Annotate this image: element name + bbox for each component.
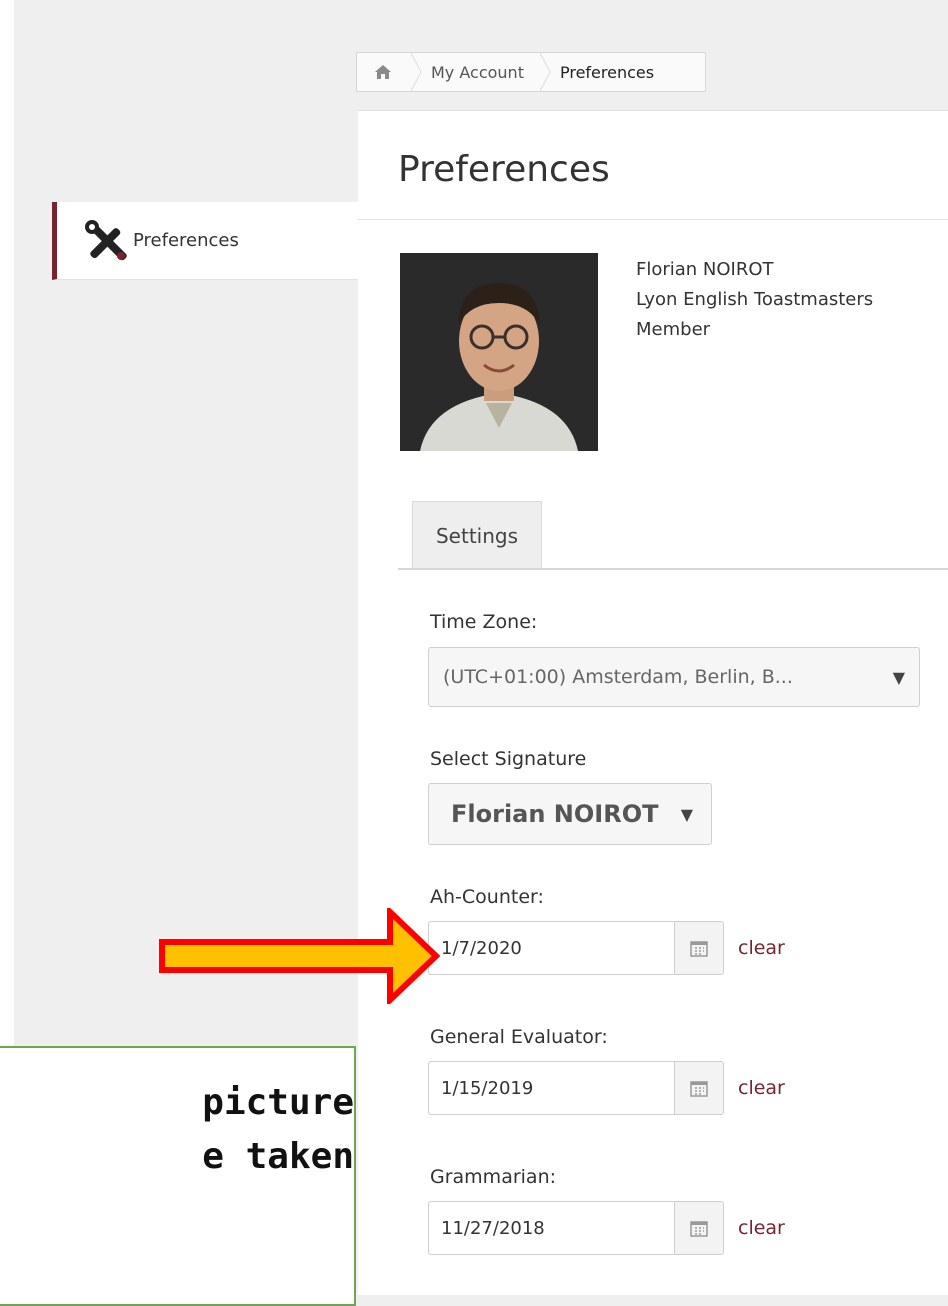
page-title: Preferences	[398, 149, 610, 190]
grammarian-date-input[interactable]: 11/27/2018	[428, 1201, 674, 1255]
calendar-icon	[690, 1081, 708, 1097]
signature-select[interactable]: Florian NOIROT ▼	[428, 783, 712, 845]
breadcrumb-separator	[410, 53, 422, 91]
avatar	[400, 253, 598, 451]
breadcrumb: My Account Preferences	[356, 52, 706, 92]
sidebar-item-label: Preferences	[133, 230, 239, 251]
profile-name: Florian NOIROT	[636, 259, 774, 280]
general-evaluator-label: General Evaluator:	[430, 1026, 608, 1048]
general-evaluator-calendar-button[interactable]	[674, 1061, 724, 1115]
title-divider	[358, 219, 948, 220]
grammarian-clear-link[interactable]: clear	[738, 1217, 785, 1239]
annotation-line-1: picture	[202, 1082, 354, 1123]
annotation-note: picture e taken	[0, 1046, 356, 1306]
breadcrumb-separator	[539, 53, 551, 91]
time-zone-select[interactable]: (UTC+01:00) Amsterdam, Berlin, B... ▼	[428, 647, 920, 707]
preferences-panel: Preferences Florian NOIROT Lyon English …	[358, 110, 948, 1295]
calendar-icon	[690, 941, 708, 957]
sidebar-item-preferences[interactable]: Preferences	[52, 202, 358, 280]
chevron-down-icon: ▼	[680, 804, 693, 824]
profile-club: Lyon English Toastmasters	[636, 289, 874, 310]
grammarian-date-group: 11/27/2018 clear	[428, 1201, 785, 1255]
calendar-icon	[690, 1221, 708, 1237]
grammarian-label: Grammarian:	[430, 1166, 557, 1188]
profile-role: Member	[636, 319, 711, 340]
time-zone-value: (UTC+01:00) Amsterdam, Berlin, B...	[443, 666, 793, 688]
signature-value: Florian NOIROT	[451, 800, 659, 828]
breadcrumb-preferences: Preferences	[559, 62, 655, 82]
annotation-arrow	[159, 908, 440, 1004]
grammarian-calendar-button[interactable]	[674, 1201, 724, 1255]
signature-label: Select Signature	[430, 748, 587, 770]
profile-photo	[400, 253, 598, 451]
tab-settings[interactable]: Settings	[412, 501, 542, 569]
ah-counter-date-group: 1/7/2020 clear	[428, 921, 785, 975]
general-evaluator-clear-link[interactable]: clear	[738, 1077, 785, 1099]
general-evaluator-date-group: 1/15/2019 clear	[428, 1061, 785, 1115]
ah-counter-clear-link[interactable]: clear	[738, 937, 785, 959]
ah-counter-label: Ah-Counter:	[430, 886, 544, 908]
annotation-note-text: picture e taken	[0, 1076, 354, 1184]
tools-icon	[85, 219, 127, 260]
time-zone-label: Time Zone:	[430, 611, 538, 633]
annotation-line-2: e taken	[202, 1136, 354, 1177]
ah-counter-date-input[interactable]: 1/7/2020	[428, 921, 674, 975]
ah-counter-calendar-button[interactable]	[674, 921, 724, 975]
breadcrumb-home[interactable]	[357, 53, 409, 91]
general-evaluator-date-input[interactable]: 1/15/2019	[428, 1061, 674, 1115]
tab-divider	[398, 568, 948, 570]
profile-info: Florian NOIROT Lyon English Toastmasters…	[636, 255, 873, 345]
home-icon	[375, 65, 391, 79]
chevron-down-icon: ▼	[892, 667, 905, 687]
breadcrumb-my-account[interactable]: My Account	[423, 63, 538, 82]
